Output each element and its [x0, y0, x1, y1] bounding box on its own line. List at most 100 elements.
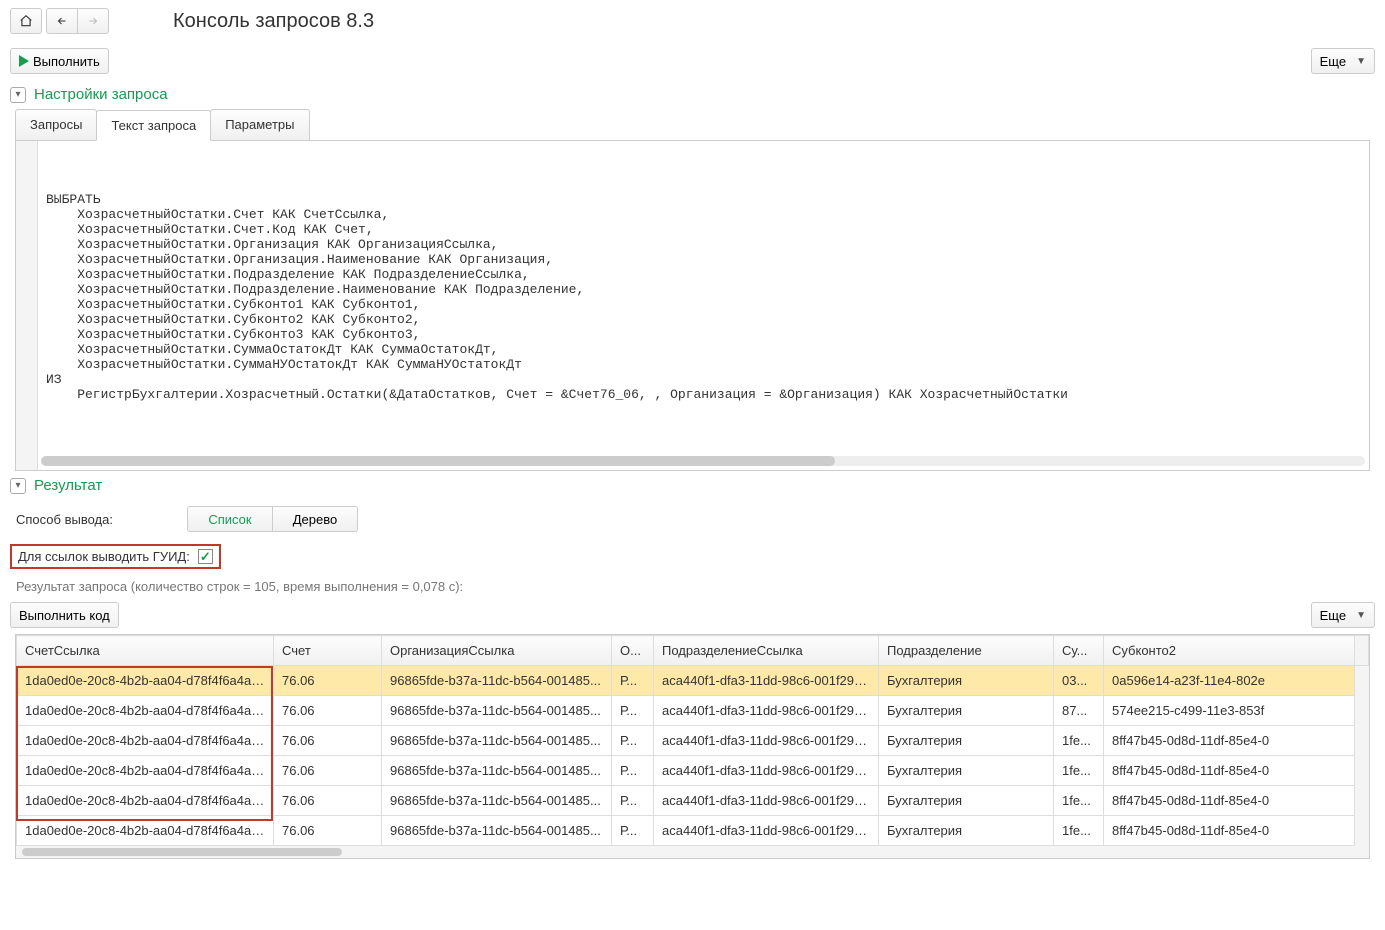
cell-su: 1fe...	[1054, 786, 1104, 816]
horizontal-scrollbar[interactable]	[41, 456, 1365, 466]
tab-params[interactable]: Параметры	[210, 109, 309, 140]
cell-dept: Бухгалтерия	[879, 756, 1054, 786]
cell-dept_ref: aca440f1-dfa3-11dd-98c6-001f296...	[654, 726, 879, 756]
cell-dept_ref: aca440f1-dfa3-11dd-98c6-001f296...	[654, 696, 879, 726]
table-row[interactable]: 1da0ed0e-20c8-4b2b-aa04-d78f4f6a4aed76.0…	[17, 726, 1369, 756]
arrow-left-icon	[55, 15, 69, 27]
col-dept[interactable]: Подразделение	[879, 636, 1054, 666]
cell-sub2: 8ff47b45-0d8d-11df-85e4-0	[1104, 816, 1355, 846]
arrow-right-icon	[86, 15, 100, 27]
guid-highlight: Для ссылок выводить ГУИД: ✓	[10, 544, 221, 569]
table-row[interactable]: 1da0ed0e-20c8-4b2b-aa04-d78f4f6a4aed76.0…	[17, 666, 1369, 696]
cell-dept_ref: aca440f1-dfa3-11dd-98c6-001f296...	[654, 816, 879, 846]
collapse-settings-button[interactable]: ▾	[10, 87, 26, 103]
execute-code-button[interactable]: Выполнить код	[10, 602, 119, 628]
table-row[interactable]: 1da0ed0e-20c8-4b2b-aa04-d78f4f6a4aed76.0…	[17, 756, 1369, 786]
col-org[interactable]: О...	[612, 636, 654, 666]
cell-acct: 76.06	[274, 816, 382, 846]
output-mode-label: Способ вывода:	[16, 512, 113, 527]
table-row[interactable]: 1da0ed0e-20c8-4b2b-aa04-d78f4f6a4aed76.0…	[17, 816, 1369, 846]
collapse-result-button[interactable]: ▾	[10, 478, 26, 494]
col-org-ref[interactable]: ОрганизацияСсылка	[382, 636, 612, 666]
forward-button[interactable]	[77, 8, 109, 34]
cell-org_ref: 96865fde-b37a-11dc-b564-001485...	[382, 786, 612, 816]
cell-dept: Бухгалтерия	[879, 696, 1054, 726]
cell-acct_ref: 1da0ed0e-20c8-4b2b-aa04-d78f4f6a4aed	[17, 726, 274, 756]
home-button[interactable]	[10, 8, 42, 34]
guid-label: Для ссылок выводить ГУИД:	[18, 549, 190, 564]
cell-dept_ref: aca440f1-dfa3-11dd-98c6-001f296...	[654, 786, 879, 816]
query-editor[interactable]: ВЫБРАТЬ ХозрасчетныйОстатки.Счет КАК Сче…	[15, 141, 1370, 471]
vertical-scrollbar[interactable]	[1355, 667, 1369, 846]
cell-su: 1fe...	[1054, 756, 1104, 786]
code-gutter	[16, 141, 38, 470]
table-row[interactable]: 1da0ed0e-20c8-4b2b-aa04-d78f4f6a4aed76.0…	[17, 696, 1369, 726]
col-dept-ref[interactable]: ПодразделениеСсылка	[654, 636, 879, 666]
cell-su: 87...	[1054, 696, 1104, 726]
chevron-down-icon: ▼	[1356, 610, 1366, 621]
cell-org: Р...	[612, 816, 654, 846]
cell-acct: 76.06	[274, 726, 382, 756]
cell-org: Р...	[612, 696, 654, 726]
col-acct[interactable]: Счет	[274, 636, 382, 666]
cell-sub2: 8ff47b45-0d8d-11df-85e4-0	[1104, 786, 1355, 816]
cell-acct: 76.06	[274, 696, 382, 726]
table-row[interactable]: 1da0ed0e-20c8-4b2b-aa04-d78f4f6a4aed76.0…	[17, 786, 1369, 816]
cell-acct_ref: 1da0ed0e-20c8-4b2b-aa04-d78f4f6a4aed	[17, 666, 274, 696]
page-title: Консоль запросов 8.3	[173, 10, 374, 33]
col-acct-ref[interactable]: СчетСсылка	[17, 636, 274, 666]
cell-acct: 76.06	[274, 756, 382, 786]
cell-org_ref: 96865fde-b37a-11dc-b564-001485...	[382, 696, 612, 726]
mode-list-button[interactable]: Список	[187, 506, 273, 532]
mode-tree-button[interactable]: Дерево	[272, 506, 358, 532]
cell-dept_ref: aca440f1-dfa3-11dd-98c6-001f296...	[654, 666, 879, 696]
cell-org_ref: 96865fde-b37a-11dc-b564-001485...	[382, 666, 612, 696]
cell-sub2: 8ff47b45-0d8d-11df-85e4-0	[1104, 756, 1355, 786]
cell-dept: Бухгалтерия	[879, 816, 1054, 846]
cell-dept: Бухгалтерия	[879, 786, 1054, 816]
home-icon	[19, 14, 33, 28]
cell-acct: 76.06	[274, 786, 382, 816]
cell-sub2: 574ee215-c499-11e3-853f	[1104, 696, 1355, 726]
cell-sub2: 8ff47b45-0d8d-11df-85e4-0	[1104, 726, 1355, 756]
settings-tabs: Запросы Текст запроса Параметры	[15, 109, 1370, 141]
cell-acct_ref: 1da0ed0e-20c8-4b2b-aa04-d78f4f6a4aed	[17, 756, 274, 786]
cell-org: Р...	[612, 756, 654, 786]
result-table[interactable]: СчетСсылка Счет ОрганизацияСсылка О... П…	[16, 635, 1369, 846]
col-su[interactable]: Су...	[1054, 636, 1104, 666]
result-table-wrap: СчетСсылка Счет ОрганизацияСсылка О... П…	[15, 634, 1370, 859]
cell-org_ref: 96865fde-b37a-11dc-b564-001485...	[382, 726, 612, 756]
cell-acct_ref: 1da0ed0e-20c8-4b2b-aa04-d78f4f6a4aed	[17, 786, 274, 816]
cell-acct_ref: 1da0ed0e-20c8-4b2b-aa04-d78f4f6a4aed	[17, 816, 274, 846]
cell-dept_ref: aca440f1-dfa3-11dd-98c6-001f296...	[654, 756, 879, 786]
result-stats: Результат запроса (количество строк = 10…	[0, 575, 1385, 602]
cell-su: 1fe...	[1054, 726, 1104, 756]
cell-su: 1fe...	[1054, 816, 1104, 846]
cell-org: Р...	[612, 786, 654, 816]
query-text: ВЫБРАТЬ ХозрасчетныйОстатки.Счет КАК Сче…	[16, 186, 1369, 408]
cell-org_ref: 96865fde-b37a-11dc-b564-001485...	[382, 756, 612, 786]
tab-query-text[interactable]: Текст запроса	[96, 110, 211, 141]
result-title: Результат	[34, 477, 102, 494]
settings-title: Настройки запроса	[34, 86, 168, 103]
cell-acct: 76.06	[274, 666, 382, 696]
play-icon	[19, 55, 29, 67]
more-button-result[interactable]: Еще ▼	[1311, 602, 1375, 628]
back-button[interactable]	[46, 8, 78, 34]
chevron-down-icon: ▼	[1356, 56, 1366, 67]
tab-queries[interactable]: Запросы	[15, 109, 97, 140]
table-header-row: СчетСсылка Счет ОрганизацияСсылка О... П…	[17, 636, 1369, 666]
guid-checkbox[interactable]: ✓	[198, 549, 213, 564]
cell-org: Р...	[612, 666, 654, 696]
cell-dept: Бухгалтерия	[879, 726, 1054, 756]
cell-org_ref: 96865fde-b37a-11dc-b564-001485...	[382, 816, 612, 846]
table-horizontal-scrollbar[interactable]	[16, 846, 1369, 858]
cell-dept: Бухгалтерия	[879, 666, 1054, 696]
execute-label: Выполнить	[33, 54, 100, 69]
cell-su: 03...	[1054, 666, 1104, 696]
col-sub2[interactable]: Субконто2	[1104, 636, 1355, 666]
more-button-top[interactable]: Еще ▼	[1311, 48, 1375, 74]
cell-sub2: 0a596e14-a23f-11e4-802e	[1104, 666, 1355, 696]
execute-button[interactable]: Выполнить	[10, 48, 109, 74]
cell-org: Р...	[612, 726, 654, 756]
